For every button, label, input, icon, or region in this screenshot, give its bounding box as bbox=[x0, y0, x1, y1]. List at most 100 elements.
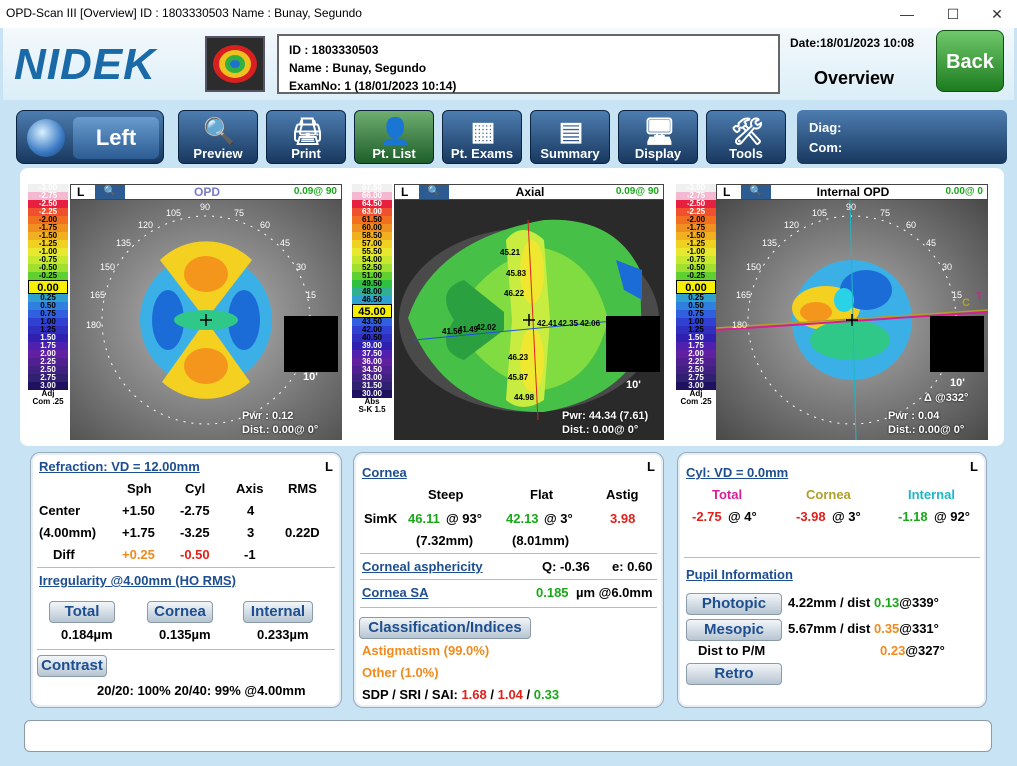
scale-step: -0.25 bbox=[28, 272, 68, 280]
internal-pwr: Pwr : 0.04 bbox=[888, 410, 940, 422]
cyl-panel: Cyl: VD = 0.0mm L Total Cornea Internal … bbox=[677, 452, 987, 708]
diag-label: Diag: bbox=[809, 120, 842, 135]
dist-pm-value: 0.23 bbox=[880, 643, 906, 658]
cornea-panel: Cornea L Steep Flat Astig SimK 46.11 @ 9… bbox=[353, 452, 664, 708]
sai-value: 0.33 bbox=[533, 687, 560, 702]
window-titlebar: OPD-Scan III [Overview] ID : 1803330503 … bbox=[0, 0, 1017, 28]
internal-button[interactable]: Internal bbox=[243, 601, 313, 623]
cyl-title: Cyl: VD = 0.0mm bbox=[686, 465, 789, 480]
cornea-value: 0.135µm bbox=[159, 627, 211, 642]
separator bbox=[360, 579, 657, 580]
cornea-sa-value: 0.185 bbox=[536, 585, 569, 600]
photopic-dist: 0.13 bbox=[873, 595, 900, 610]
svg-text:30: 30 bbox=[296, 262, 306, 272]
total-button[interactable]: Total bbox=[49, 601, 115, 623]
summary-button[interactable]: ▤ Summary bbox=[530, 110, 610, 164]
svg-text:42.06: 42.06 bbox=[580, 319, 601, 328]
axial-pwr: Pwr: 44.34 (7.61) bbox=[562, 410, 649, 422]
close-button[interactable]: ✕ bbox=[974, 0, 1017, 28]
svg-text:42.02: 42.02 bbox=[476, 323, 497, 332]
astig-value: 3.98 bbox=[610, 511, 636, 526]
cyl-internal-header: Internal bbox=[908, 487, 955, 502]
cornea-button[interactable]: Cornea bbox=[147, 601, 213, 623]
pt-exams-button[interactable]: ▦ Pt. Exams bbox=[442, 110, 522, 164]
pt-list-label: Pt. List bbox=[372, 146, 416, 161]
steep-value: 46.11 bbox=[408, 511, 440, 526]
svg-text:180: 180 bbox=[86, 320, 101, 330]
svg-text:165: 165 bbox=[736, 290, 751, 300]
contrast-button[interactable]: Contrast bbox=[37, 655, 107, 677]
topography-logo-icon bbox=[205, 36, 265, 92]
zone-axis: 3 bbox=[247, 525, 255, 540]
svg-text:46.22: 46.22 bbox=[504, 289, 525, 298]
mesopic-dist: 0.35 bbox=[873, 621, 900, 636]
simk-label: SimK bbox=[364, 511, 398, 526]
diagnosis-box[interactable]: Diag: Com: bbox=[797, 110, 1007, 164]
maximize-button[interactable]: ☐ bbox=[930, 0, 976, 28]
pupil-title: Pupil Information bbox=[686, 567, 793, 582]
svg-text:90: 90 bbox=[200, 202, 210, 212]
cyl-header: Cyl bbox=[185, 481, 206, 496]
tools-label: Tools bbox=[729, 146, 763, 161]
opd-color-scale: -3.00 -2.75 -2.50 -2.25 -2.00 -1.75 -1.50 -1.25… bbox=[28, 184, 68, 440]
flat-radius: (8.01mm) bbox=[512, 533, 570, 548]
cyl-eye: L bbox=[970, 459, 978, 474]
photopic-button[interactable]: Photopic bbox=[686, 593, 782, 615]
cyl-internal-value: -1.18 bbox=[898, 509, 928, 524]
pt-list-button[interactable]: 👤 Pt. List bbox=[354, 110, 434, 164]
center-label: Center bbox=[39, 503, 81, 518]
svg-text:46.23: 46.23 bbox=[508, 353, 529, 362]
exam-grid-icon: ▦ bbox=[470, 116, 496, 146]
svg-text:T: T bbox=[976, 291, 983, 303]
retro-button[interactable]: Retro bbox=[686, 663, 782, 685]
print-button[interactable]: 🖨 Print bbox=[266, 110, 346, 164]
eye-select-button[interactable]: Left bbox=[16, 110, 164, 164]
internal-map-angle: 0.00@ 0 bbox=[945, 186, 983, 197]
svg-text:120: 120 bbox=[784, 220, 799, 230]
display-button[interactable]: 🖥 Display bbox=[618, 110, 698, 164]
flat-value: 42.13 bbox=[506, 511, 539, 526]
svg-text:15: 15 bbox=[306, 290, 316, 300]
flat-axis: @ 3° bbox=[544, 511, 573, 526]
diff-cyl: -0.50 bbox=[180, 547, 210, 562]
asphericity-title: Corneal asphericity bbox=[362, 559, 483, 574]
zone-label: (4.00mm) bbox=[39, 525, 97, 540]
internal-dist: Dist.: 0.00@ 0° bbox=[888, 424, 965, 436]
back-button[interactable]: Back bbox=[936, 30, 1004, 92]
svg-text:45.87: 45.87 bbox=[508, 373, 529, 382]
preview-button[interactable]: 🔍 Preview bbox=[178, 110, 258, 164]
exam-number: ExamNo: 1 (18/01/2023 10:14) bbox=[289, 79, 457, 93]
minimize-button[interactable]: — bbox=[884, 0, 930, 28]
svg-text:45: 45 bbox=[926, 238, 936, 248]
tools-button[interactable]: 🛠 Tools bbox=[706, 110, 786, 164]
svg-text:42.41: 42.41 bbox=[537, 319, 558, 328]
mesopic-button[interactable]: Mesopic bbox=[686, 619, 782, 641]
axial-color-scale: 67.50 66.00 64.50 63.00 61.50 60.00 58.50 57.00… bbox=[352, 184, 392, 440]
printer-icon: 🖨 bbox=[291, 116, 325, 146]
tools-icon: 🛠 bbox=[731, 116, 765, 146]
other-class: Other (1.0%) bbox=[362, 665, 439, 680]
cyl-total-axis: @ 4° bbox=[728, 509, 757, 524]
magnifier-icon: 🔍 bbox=[203, 116, 236, 146]
axial-scale-box-label: 10' bbox=[626, 379, 641, 391]
zone-rms: 0.22D bbox=[285, 525, 320, 540]
summary-icon: ▤ bbox=[558, 116, 584, 146]
steep-header: Steep bbox=[428, 487, 464, 502]
separator bbox=[37, 649, 335, 650]
svg-text:75: 75 bbox=[880, 208, 890, 218]
scale-step-label: S-K 1.5 bbox=[352, 406, 392, 414]
internal-delta: Δ @332° bbox=[924, 392, 969, 404]
internal-value: 0.233µm bbox=[257, 627, 309, 642]
axial-map[interactable]: 10' 45.21 45.83 46.22 42.41 42.35 42.06 41.49 4… bbox=[394, 200, 664, 440]
sri-value: 1.04 bbox=[497, 687, 523, 702]
internal-opd-map[interactable]: C T 10' 90 75 60 45 30 15 105 120 135 150 165 180 Δ… bbox=[716, 200, 988, 440]
steep-radius: (7.32mm) bbox=[416, 533, 474, 548]
opd-map[interactable]: 10' 90 75 60 45 30 15 105 120 135 150 165 180 Pwr :… bbox=[70, 200, 342, 440]
cornea-sa-unit: µm @6.0mm bbox=[576, 585, 653, 600]
classification-button[interactable]: Classification/Indices bbox=[359, 617, 531, 639]
scale-step: 45.00 bbox=[352, 304, 392, 318]
sph-header: Sph bbox=[127, 481, 152, 496]
diff-axis: -1 bbox=[244, 547, 256, 562]
cornea-sa-title: Cornea SA bbox=[362, 585, 429, 600]
separator bbox=[684, 557, 980, 558]
